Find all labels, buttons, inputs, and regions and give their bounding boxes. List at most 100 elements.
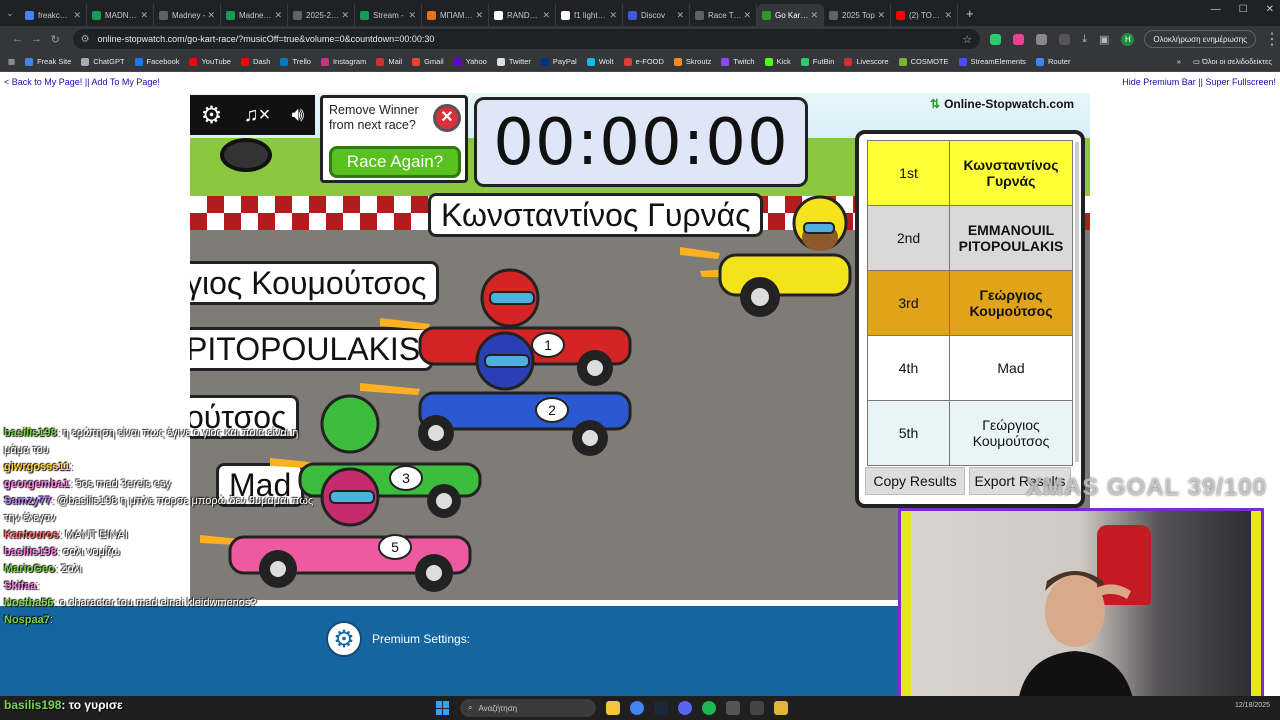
tab-close-icon[interactable]: ✕ — [473, 10, 483, 21]
bookmark-item[interactable]: Yahoo — [453, 57, 487, 66]
bookmark-item[interactable]: Kick — [764, 57, 791, 66]
extension-icon[interactable] — [1013, 33, 1025, 45]
browser-tab[interactable]: 2025 Top ✕ — [824, 4, 891, 26]
browser-tab[interactable]: Madney S ✕ — [221, 4, 288, 26]
tab-close-icon[interactable]: ✕ — [540, 10, 550, 21]
address-bar[interactable]: ⚙ online-stopwatch.com/go-kart-race/?mus… — [72, 29, 981, 49]
bookmarks-bar: ▦ Freak Site ChatGPT Facebook YouTube Dash Tr… — [0, 52, 1280, 72]
results-scrollbar[interactable] — [1075, 142, 1079, 462]
tab-close-icon[interactable]: ✕ — [674, 10, 684, 21]
update-button[interactable]: Ολοκλήρωση ενημέρωσης — [1144, 30, 1257, 48]
obs-icon[interactable] — [726, 701, 740, 715]
bookmark-item[interactable]: Gmail — [412, 57, 444, 66]
bookmark-item[interactable]: Livescore — [844, 57, 889, 66]
browser-tab[interactable]: ΜΠΑΜ FC✕ — [422, 4, 489, 26]
bookmark-item[interactable]: StreamElements — [958, 57, 1026, 66]
bookmark-item[interactable]: Twitch — [721, 57, 755, 66]
spotify-icon[interactable] — [702, 701, 716, 715]
site-info-icon[interactable]: ⚙ — [81, 34, 90, 45]
minimize-button[interactable]: — — [1211, 4, 1221, 15]
more-menu-icon[interactable]: ⋮ — [1264, 29, 1280, 49]
browser-tab[interactable]: Discov ✕ — [623, 4, 690, 26]
bookmarks-more-button[interactable]: » — [1177, 57, 1181, 66]
tab-search-icon[interactable]: ⌄ — [0, 8, 20, 19]
bookmark-star-icon[interactable]: ☆ — [962, 33, 972, 46]
apps-grid-icon[interactable]: ▦ — [8, 57, 15, 66]
tab-close-icon[interactable]: ✕ — [741, 10, 751, 21]
bookmark-item[interactable]: COSMOTE — [898, 57, 949, 66]
browser-tab[interactable]: 2025-26 T ✕ — [288, 4, 355, 26]
steam-icon[interactable] — [654, 701, 668, 715]
tab-close-icon[interactable]: ✕ — [339, 10, 349, 21]
file-explorer-icon[interactable] — [606, 701, 620, 715]
back-to-my-page-link[interactable]: < Back to My Page! — [4, 77, 82, 87]
bookmark-item[interactable]: Twitter — [496, 57, 531, 66]
taskbar-app-icon[interactable] — [774, 701, 788, 715]
browser-tab[interactable]: f1 lights c ✕ — [556, 4, 623, 26]
browser-tab[interactable]: (2) TOY ST✕ — [891, 4, 958, 26]
browser-tab[interactable]: Madney - ✕ — [154, 4, 221, 26]
bookmark-item[interactable]: Dash — [240, 57, 270, 66]
browser-tab[interactable]: freakcolle ✕ — [20, 4, 87, 26]
download-icon[interactable]: ⤓ — [1082, 33, 1087, 46]
bookmark-item[interactable]: ChatGPT — [81, 57, 125, 66]
taskbar-app-icon[interactable] — [750, 701, 764, 715]
settings-gear-icon[interactable]: ⚙ — [201, 101, 223, 130]
profile-avatar[interactable]: H — [1121, 32, 1135, 46]
tab-close-icon[interactable]: ✕ — [205, 10, 215, 21]
sound-icon[interactable]: 🔊︎ — [292, 104, 305, 127]
chat-colon: : — [49, 614, 53, 626]
bookmark-item[interactable]: Wolt — [586, 57, 614, 66]
hide-premium-link[interactable]: Hide Premium Bar — [1122, 77, 1196, 87]
tab-close-icon[interactable]: ✕ — [875, 10, 885, 21]
extension-icon[interactable] — [990, 33, 1002, 45]
windows-start-icon[interactable] — [436, 701, 450, 715]
tab-close-icon[interactable]: ✕ — [406, 10, 416, 21]
browser-tab[interactable]: Stream - ✕ — [355, 4, 422, 26]
tab-close-icon[interactable]: ✕ — [808, 10, 818, 21]
bookmark-item[interactable]: Freak Site — [25, 57, 71, 66]
taskbar-search-input[interactable]: ⌕ Αναζήτηση — [460, 699, 596, 717]
new-tab-button[interactable]: + — [966, 6, 974, 21]
copy-results-button[interactable]: Copy Results — [865, 467, 965, 495]
browser-tab[interactable]: RANDOM ✕ — [489, 4, 556, 26]
split-view-icon[interactable] — [1059, 33, 1071, 45]
extensions-puzzle-icon[interactable] — [1036, 33, 1048, 45]
tab-close-icon[interactable]: ✕ — [71, 10, 81, 21]
bookmark-item[interactable]: FutBin — [800, 57, 834, 66]
tab-close-icon[interactable]: ✕ — [272, 10, 282, 21]
bookmark-item[interactable]: Skroutz — [673, 57, 711, 66]
remove-winner-toggle-icon[interactable]: ✕ — [433, 104, 461, 132]
tab-close-icon[interactable]: ✕ — [942, 10, 952, 21]
music-off-icon[interactable]: ♫× — [244, 104, 271, 127]
forward-arrow-icon[interactable]: → — [27, 33, 46, 45]
bookmark-favicon-icon — [800, 57, 809, 66]
reload-icon[interactable]: ↻ — [46, 33, 65, 46]
bookmark-item[interactable]: Trello — [280, 57, 311, 66]
chrome-icon[interactable] — [630, 701, 644, 715]
menu-icon[interactable]: ▣ — [1099, 33, 1109, 46]
browser-tab[interactable]: Race Time✕ — [690, 4, 757, 26]
bookmark-item[interactable]: YouTube — [189, 57, 231, 66]
back-arrow-icon[interactable]: ← — [8, 33, 27, 45]
close-window-button[interactable]: ✕ — [1266, 4, 1274, 15]
discord-icon[interactable] — [678, 701, 692, 715]
add-to-my-page-link[interactable]: Add To My Page! — [92, 77, 160, 87]
tab-close-icon[interactable]: ✕ — [607, 10, 617, 21]
bookmark-item[interactable]: Router — [1035, 57, 1070, 66]
race-again-button[interactable]: Race Again? — [329, 146, 461, 178]
bookmark-item[interactable]: PayPal — [540, 57, 577, 66]
browser-tab[interactable]: MADNEY ✕ — [87, 4, 154, 26]
maximize-button[interactable]: ☐ — [1239, 4, 1248, 15]
all-bookmarks-link[interactable]: ▭ Όλοι οι σελιδοδείκτες — [1193, 57, 1272, 66]
bookmark-item[interactable]: Facebook — [134, 57, 179, 66]
bookmark-item[interactable]: e-FOOD — [623, 57, 664, 66]
browser-tab[interactable]: Go Kart R ✕ — [757, 4, 824, 26]
super-fullscreen-link[interactable]: Super Fullscreen! — [1205, 77, 1276, 87]
bookmark-item[interactable]: Instagram — [320, 57, 366, 66]
tab-favicon-icon — [427, 10, 436, 20]
site-logo[interactable]: ⇅ Online-Stopwatch.com — [930, 97, 1074, 111]
tab-close-icon[interactable]: ✕ — [138, 10, 148, 21]
chat-message: @basilis198 η μπλε πορσε μπορώ δεν θυμαμ… — [57, 495, 314, 507]
bookmark-item[interactable]: Mail — [376, 57, 402, 66]
